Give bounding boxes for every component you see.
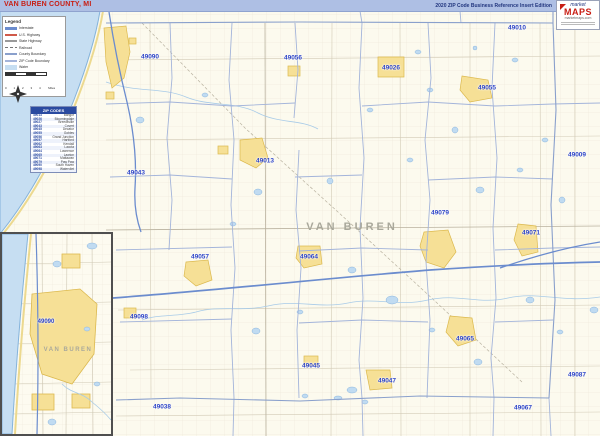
- zip-index-row: 49098 Watervliet: [31, 168, 76, 172]
- inset-county-label: VAN BUREN: [44, 347, 93, 353]
- compass-star-icon: [9, 85, 27, 103]
- legend-item-label: County Boundary: [19, 52, 46, 56]
- logo-fineprint-box: [561, 22, 595, 25]
- legend-item-label: Water: [19, 65, 28, 69]
- zip-index-box: ZIP CODES 49013Bangor49026Bloomingdale49…: [30, 106, 77, 173]
- legend-item-label: ZIP Code Boundary: [19, 59, 50, 63]
- logo-flag-icon: [560, 4, 566, 10]
- brand-logo: market MAPS marketmaps.com: [556, 0, 600, 30]
- legend-item-label: Railroad: [19, 46, 32, 50]
- compass-rose: [9, 85, 27, 108]
- legend-item-label: U.S. Highway: [19, 33, 40, 37]
- legend-swatch: [5, 47, 17, 48]
- scale-units-label: Miles: [48, 86, 55, 90]
- logo-url-text: marketmaps.com: [557, 17, 599, 21]
- legend-title: Legend: [5, 19, 63, 24]
- legend-swatch: [5, 27, 17, 30]
- legend-item-water: Water: [5, 64, 63, 71]
- inset-map: VAN BUREN 49090: [0, 232, 113, 436]
- zip-index-rows: 49013Bangor49026Bloomingdale49027Breedsv…: [31, 114, 76, 172]
- zip-index-name: Watervliet: [60, 168, 74, 172]
- legend-swatch: [5, 34, 17, 36]
- zip-index-code: 49098: [33, 168, 42, 172]
- legend-rows: Interstate U.S. Highway State Highway Railr…: [5, 25, 63, 71]
- edition-label: 2020 ZIP Code Business Reference Insert …: [435, 3, 552, 9]
- map-page: 4909049056490264905549010490784901349043…: [0, 0, 600, 436]
- county-name-label: VAN BUREN: [306, 221, 398, 233]
- legend-swatch: [5, 60, 17, 62]
- inset-zip-label-49090: 49090: [38, 319, 55, 325]
- header-bar: VAN BUREN COUNTY, MI 2020 ZIP Code Busin…: [0, 0, 600, 12]
- inset-label-layer: VAN BUREN 49090: [2, 234, 111, 434]
- legend-item-label: State Highway: [19, 39, 42, 43]
- legend-item-label: Interstate: [19, 26, 34, 30]
- legend-swatch: [5, 40, 17, 42]
- legend-swatch: [5, 65, 17, 70]
- legend-swatch: [5, 53, 17, 55]
- scale-bar-segments: [5, 72, 47, 77]
- page-title: VAN BUREN COUNTY, MI: [4, 1, 91, 8]
